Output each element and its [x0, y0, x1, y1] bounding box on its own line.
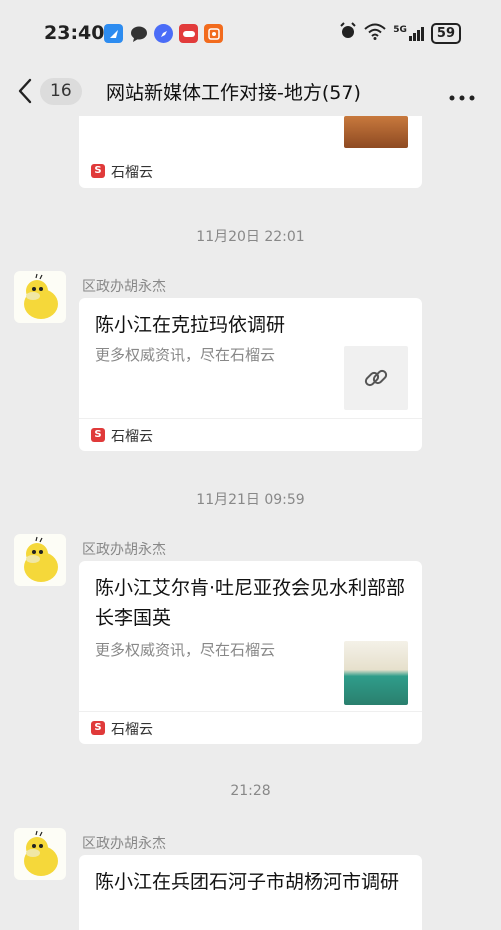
- link-card[interactable]: 陈小江在兵团石河子市胡杨河市调研: [79, 855, 422, 930]
- sender-name: 区政办胡永杰: [82, 279, 166, 295]
- compass-icon: [154, 24, 173, 43]
- network-type: 5G: [393, 25, 407, 35]
- card-title: 陈小江在兵团石河子市胡杨河市调研: [95, 871, 400, 893]
- message-bubble-icon: [129, 24, 148, 43]
- source-logo-icon: S: [91, 721, 105, 735]
- source-name: 石榴云: [111, 429, 153, 445]
- card-footer: S 石榴云: [79, 418, 422, 452]
- avatar[interactable]: [14, 271, 66, 323]
- maps-icon: [104, 24, 123, 43]
- source-logo-icon: S: [91, 164, 105, 178]
- alarm-icon: [339, 22, 357, 44]
- meeting-photo-thumbnail: [344, 116, 408, 148]
- system-icons: 5G 59: [339, 22, 461, 44]
- more-dots-icon[interactable]: [449, 82, 475, 107]
- meeting-photo-thumbnail: [344, 641, 408, 705]
- link-card[interactable]: S 石榴云: [79, 116, 422, 188]
- news-icon: [179, 24, 198, 43]
- unread-count-badge[interactable]: 16: [40, 78, 82, 105]
- card-description: 更多权威资讯，尽在石榴云: [95, 346, 276, 364]
- status-time: 23:40: [44, 22, 105, 44]
- signal-icon: 5G: [393, 25, 424, 41]
- source-name: 石榴云: [111, 722, 153, 738]
- card-footer: S 石榴云: [79, 155, 422, 188]
- status-bar: 23:40 5G 59: [0, 0, 501, 68]
- avatar[interactable]: [14, 828, 66, 880]
- link-card[interactable]: 陈小江在克拉玛依调研 更多权威资讯，尽在石榴云 S 石榴云: [79, 298, 422, 451]
- card-description: 更多权威资讯，尽在石榴云: [95, 641, 276, 659]
- card-title: 陈小江艾尔肯·吐尼亚孜会见水利部部长李国英: [95, 577, 406, 629]
- sender-name: 区政办胡永杰: [82, 542, 166, 558]
- link-icon: [344, 346, 408, 410]
- chat-messages[interactable]: S 石榴云 11月20日 22:01 区政办胡永杰 陈小江在克拉玛依调研 更多权…: [0, 116, 501, 930]
- card-title: 陈小江在克拉玛依调研: [95, 314, 286, 336]
- source-logo-icon: S: [91, 428, 105, 442]
- avatar[interactable]: [14, 534, 66, 586]
- message-timestamp: 11月20日 22:01: [196, 229, 305, 245]
- card-footer: S 石榴云: [79, 711, 422, 745]
- battery-indicator: 59: [430, 22, 461, 44]
- source-name: 石榴云: [111, 165, 153, 181]
- chat-header: 16 网站新媒体工作对接-地方(57): [0, 68, 501, 116]
- message-timestamp: 11月21日 09:59: [196, 492, 305, 508]
- chevron-left-icon[interactable]: [18, 78, 32, 108]
- notification-icons: [104, 24, 223, 43]
- wifi-icon: [364, 23, 386, 44]
- message-timestamp: 21:28: [230, 783, 271, 799]
- link-card[interactable]: 陈小江艾尔肯·吐尼亚孜会见水利部部长李国英 更多权威资讯，尽在石榴云 S 石榴云: [79, 561, 422, 744]
- video-icon: [204, 24, 223, 43]
- chat-title: 网站新媒体工作对接-地方(57): [106, 82, 361, 104]
- sender-name: 区政办胡永杰: [82, 836, 166, 852]
